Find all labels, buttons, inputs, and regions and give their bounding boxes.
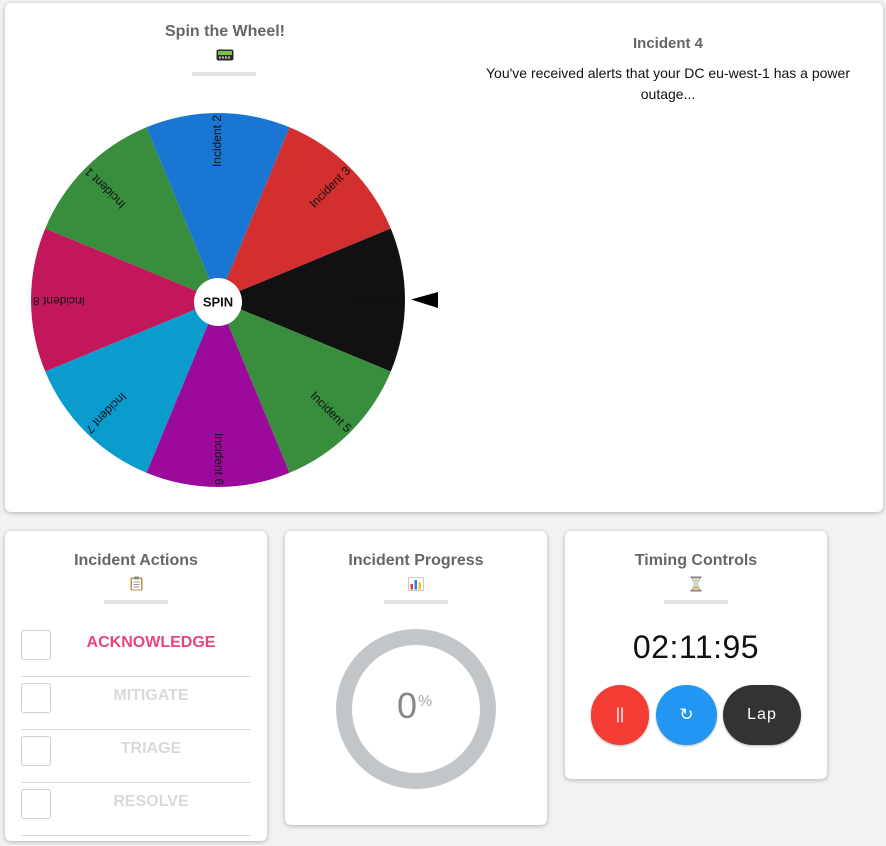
wheel-segment-label: Incident 8 xyxy=(33,294,85,308)
acknowledge-checkbox[interactable] xyxy=(21,630,51,660)
lap-button[interactable]: Lap xyxy=(723,685,801,745)
wheel-pointer-icon xyxy=(411,292,438,308)
mitigate-label[interactable]: MITIGATE xyxy=(51,687,251,705)
triage-label[interactable]: TRIAGE xyxy=(51,740,251,758)
reset-button[interactable]: ↻ xyxy=(656,685,717,745)
incident-description: You've received alerts that your DC eu-w… xyxy=(485,65,850,102)
pager-icon xyxy=(5,49,445,64)
hourglass-icon xyxy=(565,576,827,595)
title-underline xyxy=(384,600,448,604)
actions-title: Incident Actions xyxy=(74,552,198,569)
timer-display: 02:11:95 xyxy=(632,629,760,665)
timing-title: Timing Controls xyxy=(634,552,758,569)
wheel-card: Spin the Wheel! Incident 1 Incident 2 Inci… xyxy=(5,3,883,512)
clipboard-icon xyxy=(5,576,267,594)
pause-button[interactable]: || xyxy=(591,685,649,745)
action-row-acknowledge[interactable]: ACKNOWLEDGE xyxy=(21,624,251,677)
action-row-resolve[interactable]: RESOLVE xyxy=(21,783,251,836)
progress-value: 0 xyxy=(396,685,418,726)
incident-progress-card: Incident Progress 0 % xyxy=(285,531,547,825)
triage-checkbox[interactable] xyxy=(21,736,51,766)
spin-wheel[interactable]: Incident 1Incident 2Incident 3Incident 4… xyxy=(25,106,445,496)
bar-chart-icon xyxy=(285,577,547,594)
action-row-mitigate[interactable]: MITIGATE xyxy=(21,677,251,730)
incident-actions-card: Incident Actions ACKNOWLEDGE MITIGATE TR… xyxy=(5,531,267,841)
action-row-triage[interactable]: TRIAGE xyxy=(21,730,251,783)
spin-button[interactable]: SPIN xyxy=(194,278,242,326)
spin-label[interactable]: SPIN xyxy=(203,294,233,309)
title-underline xyxy=(192,72,256,76)
timing-controls-card: Timing Controls 02:11:95 || ↻ Lap xyxy=(565,531,827,779)
resolve-checkbox[interactable] xyxy=(21,789,51,819)
title-underline xyxy=(664,600,728,604)
mitigate-checkbox[interactable] xyxy=(21,683,51,713)
title-underline xyxy=(104,600,168,604)
wheel-title: Spin the Wheel! xyxy=(165,23,285,40)
progress-title: Incident Progress xyxy=(348,552,484,569)
wheel-segment-label: Incident 2 xyxy=(210,115,224,167)
wheel-segment-label: Incident 6 xyxy=(212,433,226,485)
resolve-label[interactable]: RESOLVE xyxy=(51,793,251,811)
acknowledge-label[interactable]: ACKNOWLEDGE xyxy=(51,634,251,652)
progress-unit: % xyxy=(418,693,433,710)
wheel-segment-label: Incident 4 xyxy=(351,292,403,306)
incident-title: Incident 4 xyxy=(632,35,703,52)
